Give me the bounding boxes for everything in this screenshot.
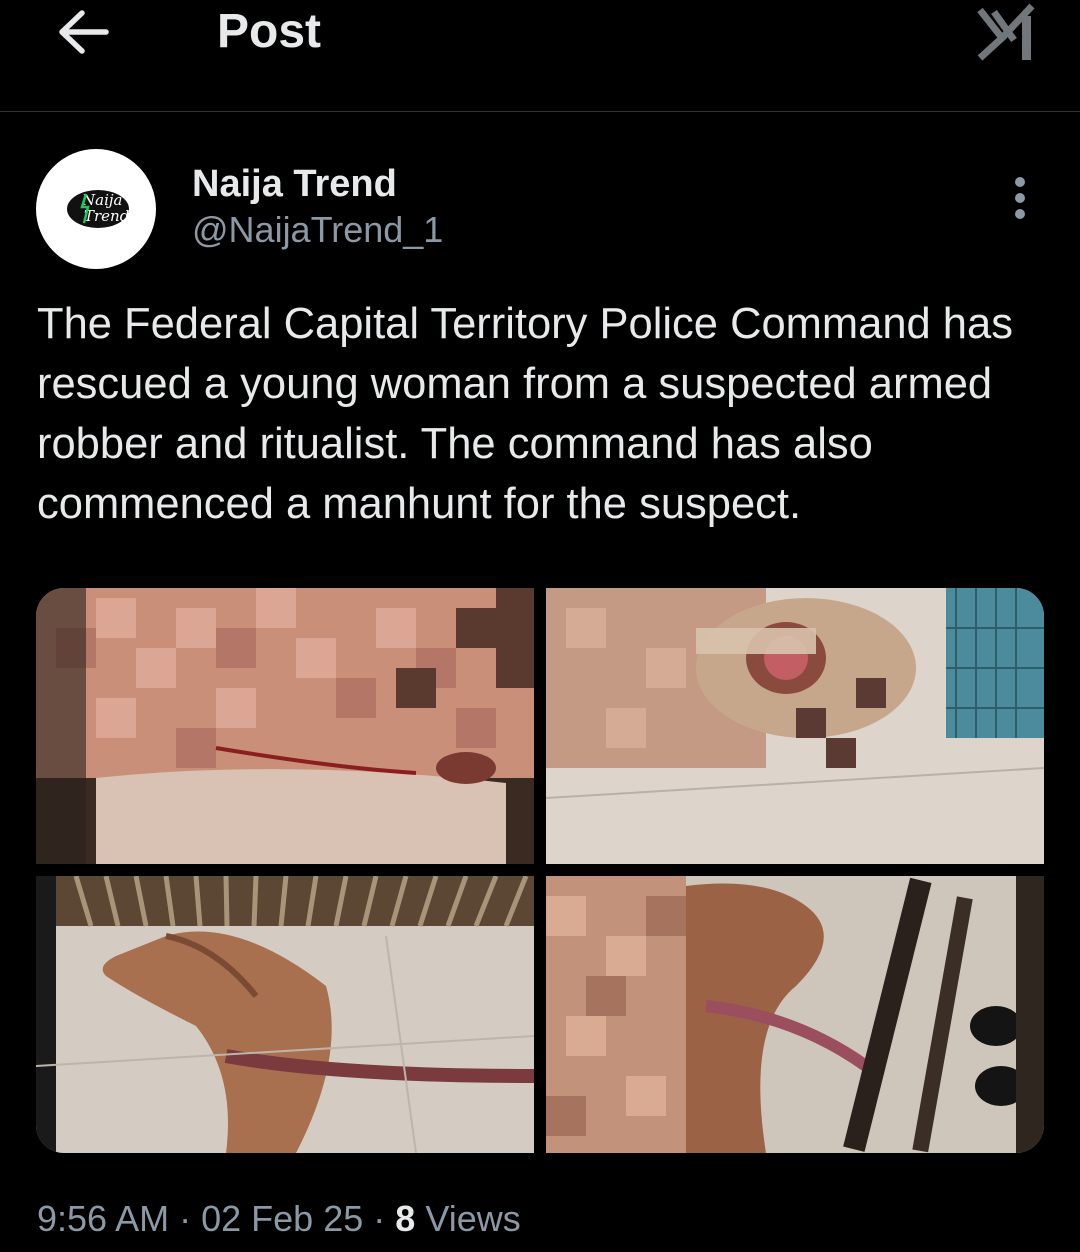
media-image-2[interactable] — [546, 588, 1044, 864]
avatar-logo-line-2: Trend — [84, 207, 129, 225]
media-image-1[interactable] — [36, 588, 534, 864]
media-image-3[interactable] — [36, 876, 534, 1153]
post-meta: 9:56 AM · 02 Feb 25 · 8 Views — [37, 1193, 521, 1245]
top-app-bar: Post — [0, 0, 1080, 112]
media-grid — [36, 588, 1044, 1153]
author-handle[interactable]: @NaijaTrend_1 — [192, 209, 443, 251]
views-count: 8 — [395, 1198, 416, 1239]
page-title: Post — [217, 5, 322, 58]
meta-separator: · — [179, 1198, 192, 1239]
post-date: 02 Feb 25 — [201, 1198, 364, 1239]
arrow-left-icon — [59, 10, 109, 54]
post-time: 9:56 AM — [37, 1198, 170, 1239]
author-avatar[interactable]: Naija Trend — [36, 149, 156, 269]
views-label[interactable]: Views — [425, 1198, 520, 1239]
author-display-name[interactable]: Naija Trend — [192, 162, 397, 206]
naija-trend-logo: Naija Trend — [67, 190, 129, 228]
more-options-button[interactable] — [996, 170, 1044, 226]
meta-separator: · — [373, 1198, 386, 1239]
more-vertical-icon — [1015, 177, 1025, 219]
post-text: The Federal Capital Territory Police Com… — [37, 300, 1013, 528]
media-image-4[interactable] — [546, 876, 1044, 1153]
back-button[interactable] — [52, 4, 116, 60]
x-logo-icon[interactable] — [972, 0, 1044, 64]
